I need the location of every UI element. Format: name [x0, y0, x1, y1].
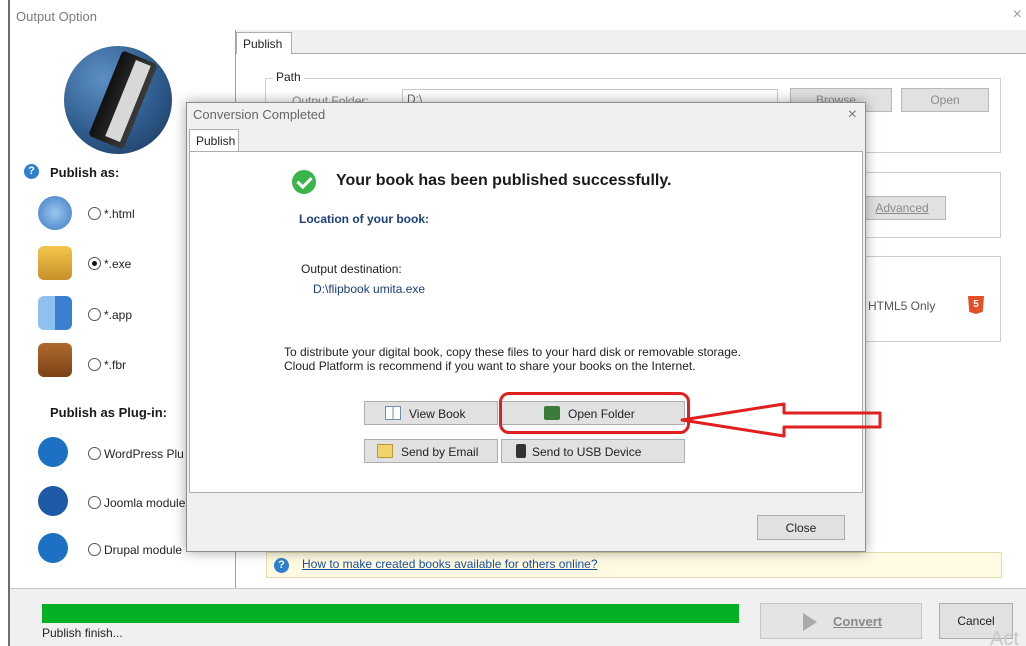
email-icon: [377, 444, 393, 458]
publish-as-heading: Publish as:: [50, 165, 120, 180]
conversion-completed-dialog: Conversion Completed × Publish Your book…: [186, 102, 866, 552]
app-logo: [64, 46, 172, 154]
info-line-1: To distribute your digital book, copy th…: [284, 345, 741, 359]
path-group-label: Path: [273, 70, 304, 84]
info-line-2: Cloud Platform is recommend if you want …: [284, 359, 696, 373]
wordpress-icon: [38, 437, 68, 467]
option-drupal-label: Drupal module: [104, 543, 183, 557]
option-fbr-label: *.fbr: [104, 358, 127, 372]
success-message: Your book has been published successfull…: [336, 172, 672, 189]
view-book-button[interactable]: View Book: [364, 401, 498, 425]
plugin-heading: Publish as Plug-in:: [50, 405, 168, 420]
tip-help-icon: ?: [274, 558, 289, 573]
convert-label: Convert: [833, 614, 883, 629]
globe-icon: [38, 196, 72, 230]
destination-label: Output destination:: [301, 262, 402, 276]
option-app-label: *.app: [104, 308, 133, 322]
option-exe-label: *.exe: [104, 257, 132, 271]
option-html-label: *.html: [104, 207, 135, 221]
radio-wordpress[interactable]: [88, 447, 101, 460]
destination-value: D:\flipbook umita.exe: [313, 282, 426, 296]
advanced-button[interactable]: Advanced: [858, 196, 946, 220]
exe-lock-icon: [38, 246, 72, 280]
radio-app[interactable]: [88, 308, 101, 321]
book-icon: [385, 406, 401, 420]
window-title: Output Option: [16, 9, 97, 24]
joomla-icon: [38, 486, 68, 516]
html5-icon: 5: [968, 296, 984, 314]
drupal-icon: [38, 533, 68, 563]
highlight-ellipse: [499, 392, 690, 434]
radio-joomla[interactable]: [88, 496, 101, 509]
annotation-arrow: [680, 402, 882, 438]
convert-button[interactable]: Convert: [760, 603, 922, 639]
dialog-title: Conversion Completed: [193, 107, 326, 122]
success-check-icon: [292, 170, 316, 194]
mac-finder-icon: [38, 296, 72, 330]
radio-html[interactable]: [88, 207, 101, 220]
fbr-book-icon: [38, 343, 72, 377]
dialog-close-button[interactable]: Close: [757, 515, 845, 540]
html5-only-label: HTML5 Only: [868, 299, 936, 313]
option-joomla-label: Joomla module: [104, 496, 186, 510]
progress-bar: [42, 604, 739, 623]
status-text: Publish finish...: [42, 626, 123, 640]
window-close-button[interactable]: ×: [1013, 6, 1022, 24]
open-button[interactable]: Open: [901, 88, 989, 112]
view-book-label: View Book: [409, 407, 466, 421]
location-heading: Location of your book:: [299, 212, 429, 226]
radio-exe[interactable]: [88, 257, 101, 270]
distribution-info: To distribute your digital book, copy th…: [284, 345, 754, 373]
option-wordpress-label: WordPress Plu: [104, 447, 184, 461]
send-email-button[interactable]: Send by Email: [364, 439, 498, 463]
send-email-label: Send by Email: [401, 445, 479, 459]
dialog-tab-publish[interactable]: Publish: [189, 129, 239, 152]
send-usb-button[interactable]: Send to USB Device: [501, 439, 685, 463]
send-usb-label: Send to USB Device: [532, 445, 642, 459]
activation-watermark: Act: [990, 628, 1019, 646]
convert-arrow-icon: [803, 613, 817, 631]
progress-fill: [42, 604, 739, 623]
help-icon[interactable]: ?: [24, 164, 39, 179]
usb-icon: [516, 444, 526, 458]
radio-fbr[interactable]: [88, 358, 101, 371]
tab-publish[interactable]: Publish: [236, 32, 292, 54]
help-link[interactable]: How to make created books available for …: [302, 557, 598, 571]
dialog-close-icon[interactable]: ×: [848, 106, 857, 124]
radio-drupal[interactable]: [88, 543, 101, 556]
